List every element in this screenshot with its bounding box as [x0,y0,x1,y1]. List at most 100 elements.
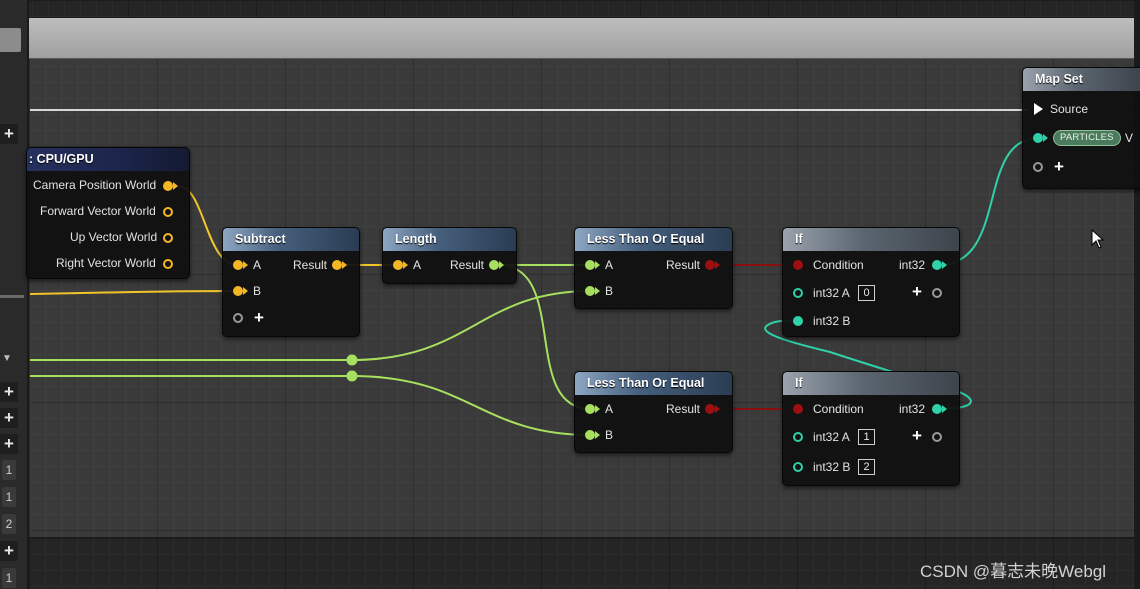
input-pin[interactable] [793,404,803,414]
add-pin[interactable] [932,288,942,298]
plus-icon: + [4,541,14,560]
input-pin[interactable] [793,432,803,442]
pin-label: A [605,402,614,416]
node-title: Length [383,228,516,251]
add-button[interactable]: + [0,124,18,144]
pin-label: Right Vector World [56,256,156,270]
output-pin[interactable] [163,207,173,217]
plus-icon[interactable]: + [912,427,922,444]
pin-label: Camera Position World [33,178,157,192]
index-field[interactable]: 1 [2,460,16,480]
mouse-pointer-icon [1091,229,1105,249]
add-pin[interactable] [233,313,243,323]
pin-label: Condition [813,402,864,416]
pin-label: B [253,284,262,298]
input-pin[interactable] [585,430,595,440]
exec-arrow-icon[interactable] [1034,103,1043,115]
input-pin[interactable] [793,260,803,270]
pin-arrow-icon [942,405,947,413]
pin-label: A [605,258,614,272]
pin-arrow-icon [595,261,600,269]
output-pin[interactable] [705,260,715,270]
output-pin[interactable] [489,260,499,270]
add-pin[interactable] [1033,162,1043,172]
pin-arrow-icon [499,261,504,269]
pin-arrow-icon [715,261,720,269]
int32-b-value-field[interactable]: 2 [858,459,875,475]
input-pin[interactable] [393,260,403,270]
output-pin[interactable] [163,259,173,269]
node-title: If [783,372,959,395]
pin-arrow-icon [1043,134,1048,142]
add-button[interactable]: + [0,382,18,402]
pin-label: int32 A [813,286,850,300]
pin-label: B [605,428,614,442]
node-title: If [783,228,959,251]
pin-arrow-icon [173,182,178,190]
panel-swatch[interactable] [0,28,21,52]
output-pin[interactable] [163,181,173,191]
int32-a-value-field[interactable]: 0 [858,285,875,301]
node-title: Subtract [223,228,359,251]
pin-label: int32 [899,258,926,272]
plus-icon[interactable]: + [912,283,922,300]
watermark: CSDN @暮志未晚Webgl [920,562,1107,581]
output-pin[interactable] [932,260,942,270]
index-field[interactable]: 1 [2,568,16,588]
plus-icon: + [4,408,14,427]
pin-label: Source [1050,102,1089,116]
node-subtract[interactable]: Subtract [222,227,360,337]
left-panel: + ▼ + + + 1 1 2 + 1 [0,0,29,589]
output-pin[interactable] [932,404,942,414]
pin-arrow-icon [595,405,600,413]
output-pin[interactable] [705,404,715,414]
pin-label: Forward Vector World [40,204,156,218]
output-pin[interactable] [332,260,342,270]
plus-icon[interactable]: + [1054,158,1064,175]
node-title: Less Than Or Equal [575,372,732,395]
pin-label: int32 B [813,460,851,474]
node-title: Less Than Or Equal [575,228,732,251]
pin-arrow-icon [942,261,947,269]
graph-title-bar [29,18,1134,59]
pin-label: A [253,258,262,272]
node-if[interactable]: If [782,227,960,337]
pin-label: V [1125,131,1134,145]
pin-arrow-icon [243,261,248,269]
input-pin[interactable] [585,404,595,414]
node-title: Map Set [1023,68,1140,91]
int32-a-value-field[interactable]: 1 [858,429,875,445]
add-pin[interactable] [932,432,942,442]
index-field[interactable]: 1 [2,487,16,507]
add-button[interactable]: + [0,434,18,454]
pin-arrow-icon [403,261,408,269]
input-pin[interactable] [233,260,243,270]
pin-arrow-icon [243,287,248,295]
input-pin[interactable] [585,260,595,270]
output-pin[interactable] [163,233,173,243]
node-length[interactable]: Length [382,227,517,284]
index-field[interactable]: 2 [2,514,16,534]
pin-arrow-icon [715,405,720,413]
input-pin[interactable] [793,462,803,472]
pin-arrow-icon [595,431,600,439]
chevron-down-icon[interactable]: ▼ [2,353,12,364]
pin-label: Result [293,258,328,272]
input-pin[interactable] [1033,133,1043,143]
plus-icon: + [4,124,14,143]
add-button[interactable]: + [0,541,18,561]
panel-divider [0,295,24,298]
pin-label: A [413,258,422,272]
input-pin[interactable] [233,286,243,296]
plus-icon: + [4,434,14,453]
pin-label: B [605,284,614,298]
input-pin[interactable] [793,288,803,298]
plus-icon[interactable]: + [254,309,264,326]
pin-label: Result [666,258,701,272]
input-pin[interactable] [585,286,595,296]
input-pin[interactable] [793,316,803,326]
pin-label: Condition [813,258,864,272]
add-button[interactable]: + [0,408,18,428]
plus-icon: + [4,382,14,401]
pin-label: int32 B [813,314,851,328]
